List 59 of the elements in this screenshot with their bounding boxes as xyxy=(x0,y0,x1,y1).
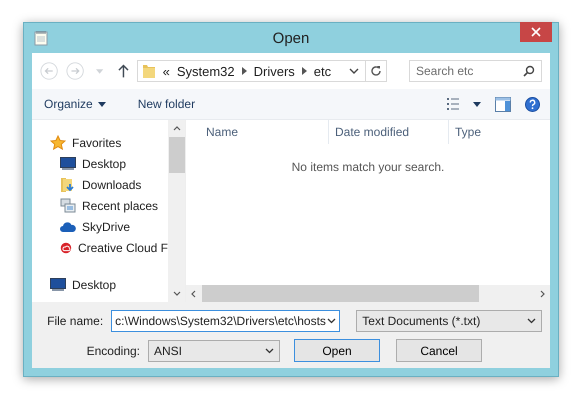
nav-tree-item[interactable]: Recent places xyxy=(32,195,168,216)
monitor-icon xyxy=(50,278,66,291)
download-folder-icon xyxy=(60,176,76,192)
organize-menu[interactable]: Organize xyxy=(40,95,110,113)
cloud-icon xyxy=(60,220,76,232)
empty-message: No items match your search. xyxy=(292,160,444,174)
star-icon xyxy=(50,134,66,150)
chevron-down-icon xyxy=(527,318,536,324)
folder-icon xyxy=(142,63,156,79)
view-options-icon[interactable] xyxy=(447,98,481,110)
encoding-dropdown[interactable]: ANSI xyxy=(148,340,280,362)
column-header[interactable]: Type xyxy=(449,120,482,144)
refresh-icon xyxy=(370,65,382,77)
nav-tree-item[interactable]: Desktop xyxy=(32,153,168,174)
breadcrumb-item[interactable]: System32 xyxy=(176,64,235,78)
file-name-field[interactable]: c:\Windows\System32\Drivers\etc\hosts xyxy=(111,310,340,332)
file-type-dropdown[interactable]: Text Documents (*.txt) xyxy=(356,310,542,332)
nav-tree-item[interactable]: Creative Cloud F xyxy=(32,237,168,258)
scrollbar-thumb[interactable] xyxy=(202,285,479,302)
scroll-up-icon[interactable] xyxy=(172,126,180,131)
nav-tree-item[interactable]: Favorites xyxy=(32,132,168,153)
nav-tree-item[interactable]: Downloads xyxy=(32,174,168,195)
encoding-label: Encoding: xyxy=(86,344,140,358)
vertical-scrollbar[interactable] xyxy=(168,120,185,302)
refresh-button[interactable] xyxy=(364,60,387,82)
scroll-down-icon[interactable] xyxy=(172,291,180,296)
nav-tree-item[interactable]: Desktop xyxy=(32,274,168,295)
caret-icon xyxy=(98,102,106,106)
new-folder-button[interactable]: New folder xyxy=(134,95,200,113)
windows-stack-icon xyxy=(60,198,76,214)
chevron-right-icon[interactable] xyxy=(302,67,307,75)
close-icon xyxy=(531,27,541,37)
chevron-down-icon[interactable] xyxy=(327,318,336,324)
chevron-right-icon[interactable] xyxy=(242,67,247,75)
cancel-button[interactable]: Cancel xyxy=(396,339,482,362)
notepad-icon xyxy=(34,30,48,46)
search-icon xyxy=(523,65,535,77)
close-button[interactable] xyxy=(520,22,552,42)
monitor-icon xyxy=(60,157,76,170)
breadcrumb-item[interactable]: Drivers xyxy=(254,64,295,78)
search-field[interactable]: Search etc xyxy=(409,60,542,82)
window-title: Open xyxy=(272,30,310,46)
address-bar[interactable]: « System32 Drivers etc xyxy=(136,60,365,82)
breadcrumb-overflow[interactable]: « xyxy=(162,64,170,78)
up-arrow-icon[interactable] xyxy=(118,64,129,78)
scrollbar-thumb[interactable] xyxy=(168,137,184,173)
file-name-label: File name: xyxy=(46,314,104,328)
chevron-down-icon xyxy=(265,348,274,354)
scroll-left-icon[interactable] xyxy=(191,290,196,298)
scroll-right-icon[interactable] xyxy=(540,290,545,298)
preview-pane-icon[interactable] xyxy=(495,96,511,112)
chevron-down-icon[interactable] xyxy=(348,68,359,74)
help-icon[interactable] xyxy=(525,96,540,112)
horizontal-scrollbar[interactable] xyxy=(186,285,550,302)
breadcrumb-item[interactable]: etc xyxy=(314,64,332,78)
open-button[interactable]: Open xyxy=(294,339,380,362)
column-header[interactable]: Date modified xyxy=(329,120,449,144)
nav-tree-item[interactable]: SkyDrive xyxy=(32,216,168,237)
column-header[interactable]: Name xyxy=(186,120,329,144)
